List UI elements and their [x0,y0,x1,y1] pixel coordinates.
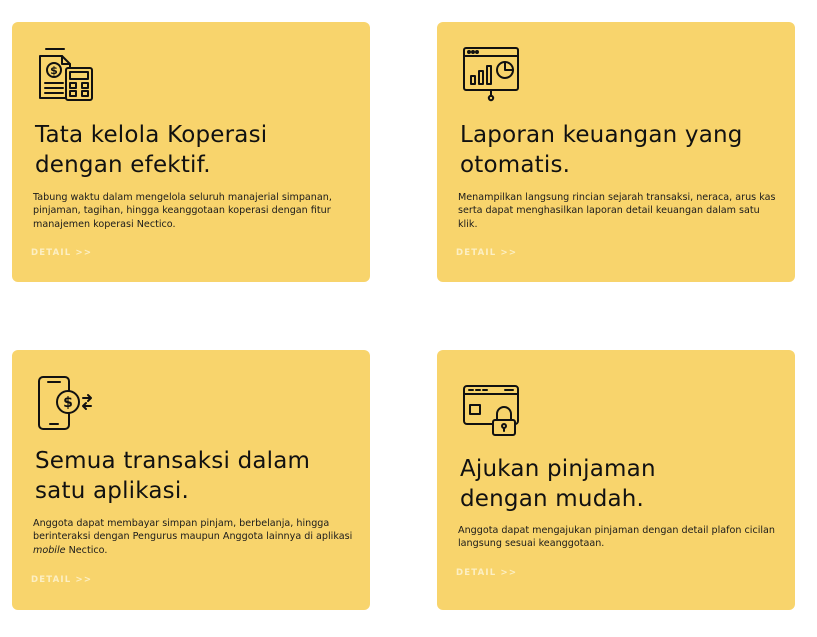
card-title-line-2: dengan mudah. [460,486,645,512]
card-title-line-1: Semua transaksi dalam [35,448,311,474]
card-title: Semua transaksi dalam satu aplikasi. [35,446,355,506]
secure-card-icon [463,385,519,436]
detail-link[interactable]: DETAIL >> [456,568,517,578]
card-title: Laporan keuangan yang otomatis. [460,120,780,180]
description-text-end: Nectico. [65,544,108,556]
feature-card-pinjaman: Ajukan pinjaman dengan mudah. Anggota da… [437,350,795,610]
svg-text:$: $ [50,64,58,77]
card-description: Anggota dapat membayar simpan pinjam, be… [33,517,353,557]
card-title-line-1: Ajukan pinjaman [460,456,656,482]
card-title-line-1: Tata kelola Koperasi [35,122,268,148]
detail-link[interactable]: DETAIL >> [31,248,92,258]
card-title-line-2: dengan efektif. [35,152,211,178]
feature-card-laporan-keuangan: Laporan keuangan yang otomatis. Menampil… [437,22,795,282]
card-title: Tata kelola Koperasi dengan efektif. [35,120,355,180]
description-text: Anggota dapat membayar simpan pinjam, be… [33,518,353,543]
detail-link[interactable]: DETAIL >> [456,248,517,258]
feature-card-tata-kelola: $ Tata kelola Koperasi dengan efektif. T… [12,22,370,282]
card-description: Menampilkan langsung rincian sejarah tra… [458,192,776,230]
svg-text:$: $ [63,395,73,411]
report-chart-icon [463,47,519,102]
detail-link[interactable]: DETAIL >> [31,575,92,585]
card-title-line-2: satu aplikasi. [35,478,189,504]
card-title-line-1: Laporan keuangan yang [460,122,743,148]
card-description: Tabung waktu dalam mengelola seluruh man… [33,192,332,230]
description-emphasis: mobile [33,544,66,556]
finance-calculator-icon: $ [39,48,93,101]
card-title: Ajukan pinjaman dengan mudah. [460,454,780,514]
card-description: Anggota dapat mengajukan pinjaman dengan… [458,525,776,550]
card-title-line-2: otomatis. [460,152,571,178]
mobile-transaction-icon: $ [38,376,92,430]
feature-card-transaksi: $ Semua transaksi dalam satu aplikasi. A… [12,350,370,610]
